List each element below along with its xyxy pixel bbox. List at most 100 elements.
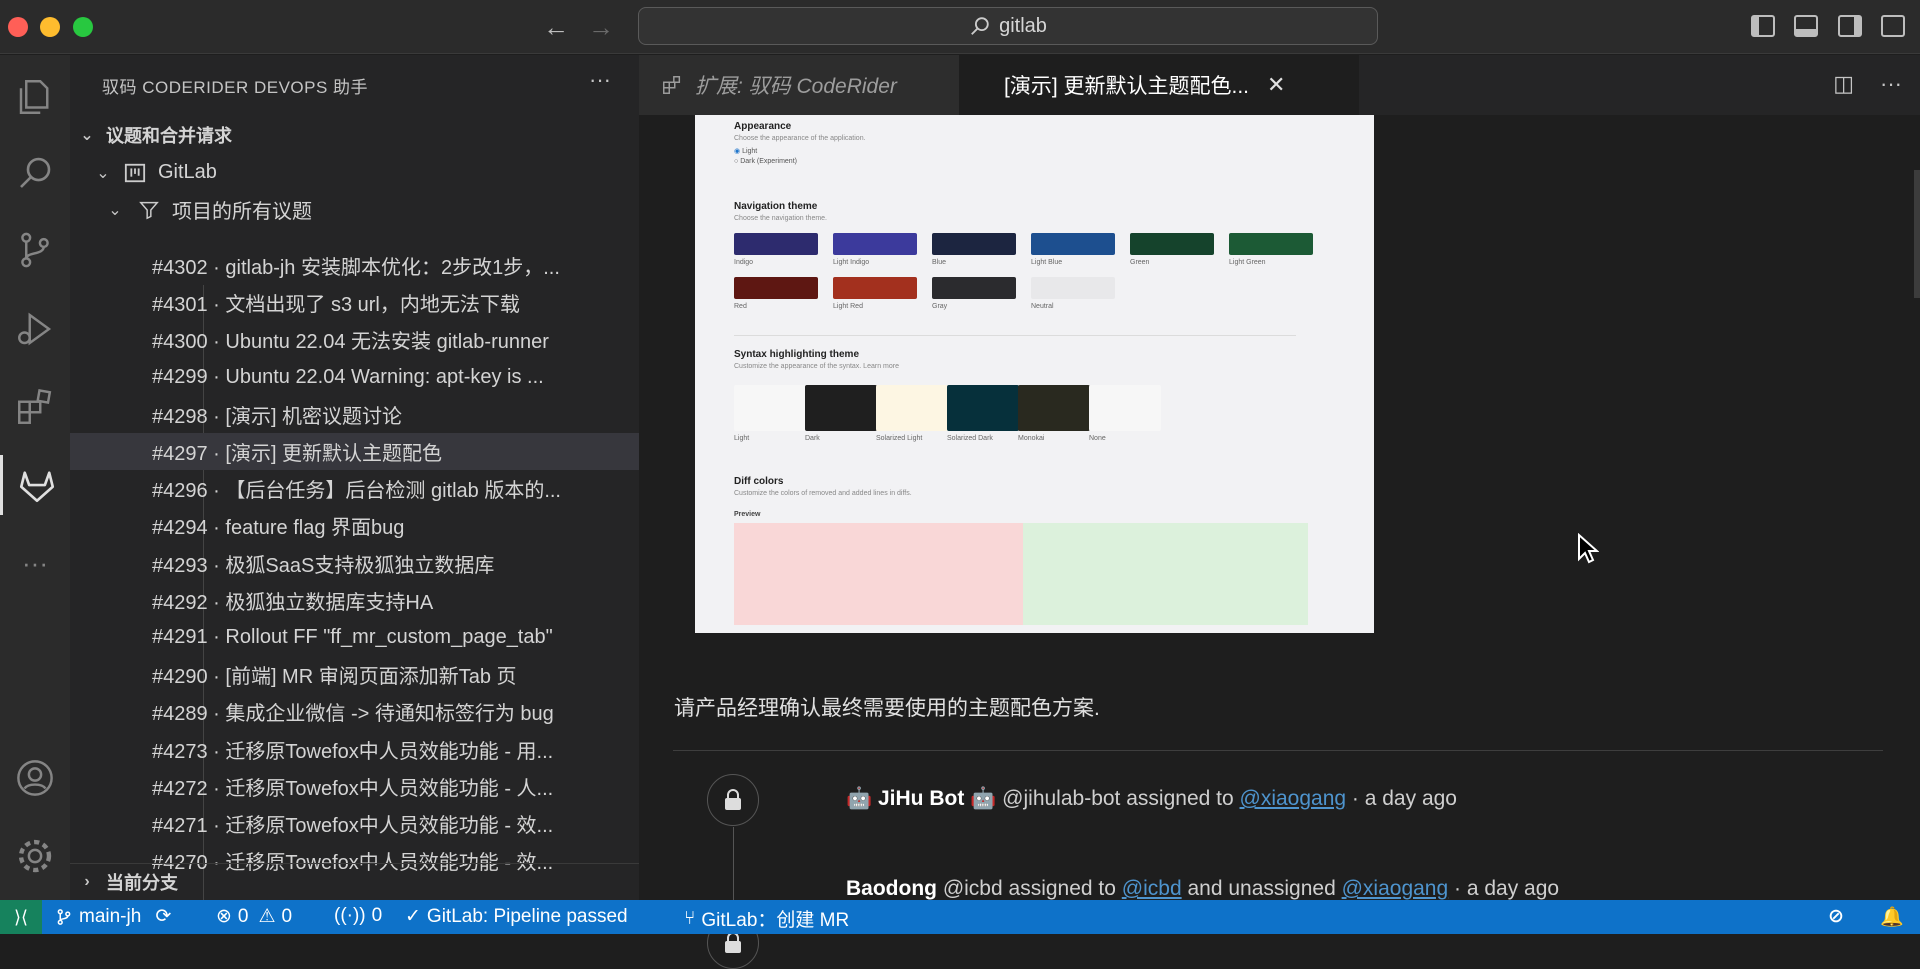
close-window-button[interactable] bbox=[8, 17, 28, 37]
issue-title: #4292 · 极狐独立数据库支持HA bbox=[152, 591, 434, 614]
chevron-down-icon: ⌄ bbox=[108, 201, 122, 219]
issue-list-item[interactable]: #4292 · 极狐独立数据库支持HA bbox=[70, 582, 639, 619]
customize-layout-icon[interactable] bbox=[1881, 15, 1905, 37]
user-link[interactable]: @xiaogang bbox=[1240, 787, 1347, 810]
close-icon[interactable]: ✕ bbox=[1267, 72, 1285, 98]
tree-section-issues-mrs[interactable]: ⌄ 议题和合并请求 bbox=[70, 116, 639, 153]
create-mr-status[interactable]: ⑂ GitLab：创建 MR bbox=[684, 905, 849, 932]
issue-list-item[interactable]: #4297 · [演示] 更新默认主题配色 bbox=[70, 433, 639, 470]
user-link[interactable]: @xiaogang bbox=[1342, 877, 1449, 900]
source-control-icon[interactable] bbox=[0, 220, 70, 280]
issue-list-item[interactable]: #4272 · 迁移原Towefox中人员效能功能 - 人... bbox=[70, 768, 639, 805]
lock-icon bbox=[725, 932, 741, 953]
nav-theme-label: Neutral bbox=[1031, 303, 1054, 310]
syntax-theme-preview bbox=[805, 385, 877, 431]
tree-section-current-branch[interactable]: › 当前分支 bbox=[70, 863, 639, 900]
issue-list-item[interactable]: #4290 · [前端] MR 审阅页面添加新Tab 页 bbox=[70, 656, 639, 693]
syntax-theme-heading: Syntax highlighting theme bbox=[734, 349, 860, 360]
note-text: assigned to bbox=[1008, 877, 1116, 900]
extensions-icon[interactable] bbox=[0, 377, 70, 437]
account-icon[interactable] bbox=[0, 748, 70, 808]
syntax-theme-label: Light bbox=[734, 435, 750, 442]
navigation-theme-subtext: Choose the navigation theme. bbox=[734, 215, 828, 222]
more-actions-icon[interactable]: ··· bbox=[589, 67, 611, 93]
issue-list-item[interactable]: #4289 · 集成企业微信 -> 待通知标签行为 bug bbox=[70, 693, 639, 730]
toggle-secondary-sidebar-icon[interactable] bbox=[1838, 15, 1862, 37]
tree-filter-all-issues[interactable]: ⌄ 项目的所有议题 bbox=[70, 191, 639, 228]
project-board-icon bbox=[124, 162, 146, 184]
minimize-window-button[interactable] bbox=[40, 17, 60, 37]
editor-scrollbar[interactable] bbox=[1914, 170, 1920, 298]
issue-description-image: Appearance Choose the appearance of the … bbox=[695, 115, 1374, 633]
branch-status[interactable]: main-jh ⟳ bbox=[55, 905, 171, 928]
search-text: gitlab bbox=[999, 14, 1047, 37]
nav-theme-swatch bbox=[734, 233, 818, 255]
back-arrow-icon[interactable]: ← bbox=[543, 12, 569, 43]
pipeline-status[interactable]: ✓ GitLab: Pipeline passed bbox=[405, 905, 628, 928]
nav-theme-swatch bbox=[734, 277, 818, 299]
split-editor-icon[interactable]: ◫ bbox=[1833, 71, 1854, 97]
toggle-primary-sidebar-icon[interactable] bbox=[1751, 15, 1775, 37]
command-search-box[interactable]: gitlab bbox=[638, 7, 1378, 45]
chevron-down-icon: ⌄ bbox=[96, 164, 110, 182]
sync-icon[interactable]: ⟳ bbox=[155, 905, 171, 928]
tab-issue-4297[interactable]: [演示] 更新默认主题配色... ✕ bbox=[959, 55, 1359, 115]
issue-title: #4272 · 迁移原Towefox中人员效能功能 - 人... bbox=[152, 777, 554, 800]
search-icon[interactable] bbox=[0, 143, 70, 203]
user-link[interactable]: @icbd bbox=[1122, 877, 1182, 900]
syntax-theme-label: Monokai bbox=[1018, 435, 1045, 442]
nav-theme-swatch bbox=[833, 233, 917, 255]
notifications-bell-icon[interactable]: 🔔 bbox=[1880, 905, 1904, 929]
maximize-window-button[interactable] bbox=[73, 17, 93, 37]
issue-list-item[interactable]: #4294 · feature flag 界面bug bbox=[70, 507, 639, 544]
issue-list-item[interactable]: #4298 · [演示] 机密议题讨论 bbox=[70, 396, 639, 433]
settings-gear-icon[interactable] bbox=[0, 826, 70, 886]
issue-list-item[interactable]: #4296 · 【后台任务】后台检测 gitlab 版本的... bbox=[70, 470, 639, 507]
syntax-theme-label: Solarized Dark bbox=[947, 435, 993, 442]
issue-list-item[interactable]: #4301 · 文档出现了 s3 url，内地无法下载 bbox=[70, 284, 639, 321]
issue-list-item[interactable]: #4299 · Ubuntu 22.04 Warning: apt-key is… bbox=[70, 359, 639, 396]
lock-icon bbox=[725, 789, 741, 810]
issue-list-item[interactable]: #4273 · 迁移原Towefox中人员效能功能 - 用... bbox=[70, 731, 639, 768]
more-actions-icon[interactable]: ··· bbox=[1880, 71, 1902, 97]
problems-status[interactable]: ⊗ 0 ⚠ 0 bbox=[216, 905, 292, 928]
nav-theme-swatch bbox=[932, 277, 1016, 299]
explorer-icon[interactable] bbox=[0, 67, 70, 127]
tab-extension-coderider[interactable]: 扩展: 驭码 CodeRider bbox=[639, 55, 959, 115]
appearance-heading: Appearance bbox=[734, 121, 792, 132]
note-handle[interactable]: @jihulab-bot bbox=[1002, 787, 1120, 810]
issue-title: #4291 · Rollout FF "ff_mr_custom_page_ta… bbox=[152, 626, 553, 648]
toggle-panel-icon[interactable] bbox=[1794, 15, 1818, 37]
merge-request-icon: ⑂ bbox=[684, 907, 696, 929]
forward-arrow-icon[interactable]: → bbox=[588, 12, 614, 43]
issue-list-item[interactable]: #4271 · 迁移原Towefox中人员效能功能 - 效... bbox=[70, 805, 639, 842]
diff-added-preview bbox=[1023, 523, 1308, 625]
issue-title: #4297 · [演示] 更新默认主题配色 bbox=[152, 443, 443, 465]
error-icon: ⊗ bbox=[216, 906, 232, 927]
coderider-icon[interactable]: ⊘ bbox=[1828, 905, 1844, 928]
syntax-theme-label: None bbox=[1089, 435, 1106, 442]
issue-list-item[interactable]: #4300 · Ubuntu 22.04 无法安装 gitlab-runner bbox=[70, 321, 639, 358]
syntax-theme-preview bbox=[876, 385, 948, 431]
tree-project-gitlab[interactable]: ⌄ GitLab bbox=[70, 154, 639, 191]
issue-title: #4294 · feature flag 界面bug bbox=[152, 517, 405, 540]
issue-title: #4301 · 文档出现了 s3 url，内地无法下载 bbox=[152, 294, 520, 317]
ports-status[interactable]: ((·)) 0 bbox=[334, 905, 382, 927]
activity-bar: ··· bbox=[0, 55, 70, 900]
note-handle[interactable]: @icbd bbox=[943, 877, 1003, 900]
issue-list-item[interactable]: #4293 · 极狐SaaS支持极狐独立数据库 bbox=[70, 545, 639, 582]
diff-colors-heading: Diff colors bbox=[734, 476, 784, 487]
remote-indicator-icon[interactable]: ⟩⟨ bbox=[0, 900, 42, 934]
run-debug-icon[interactable] bbox=[0, 299, 70, 359]
editor-area: 扩展: 驭码 CodeRider [演示] 更新默认主题配色... ✕ ◫ ··… bbox=[639, 55, 1920, 969]
status-bar: ⟩⟨ main-jh ⟳ ⊗ 0 ⚠ 0 ((·)) 0 ✓ GitLab: Pipel… bbox=[0, 900, 1920, 934]
issue-title: #4296 · 【后台任务】后台检测 gitlab 版本的... bbox=[152, 480, 561, 503]
syntax-theme-preview bbox=[1018, 385, 1090, 431]
issue-list-item[interactable]: #4291 · Rollout FF "ff_mr_custom_page_ta… bbox=[70, 619, 639, 656]
issue-list-item[interactable]: #4302 · gitlab-jh 安装脚本优化：2步改1步，... bbox=[70, 247, 639, 284]
more-views-icon[interactable]: ··· bbox=[0, 533, 70, 593]
filter-label: 项目的所有议题 bbox=[172, 201, 312, 223]
note-time: · a day ago bbox=[1454, 877, 1560, 900]
nav-theme-swatch bbox=[833, 277, 917, 299]
gitlab-icon[interactable] bbox=[0, 455, 70, 515]
